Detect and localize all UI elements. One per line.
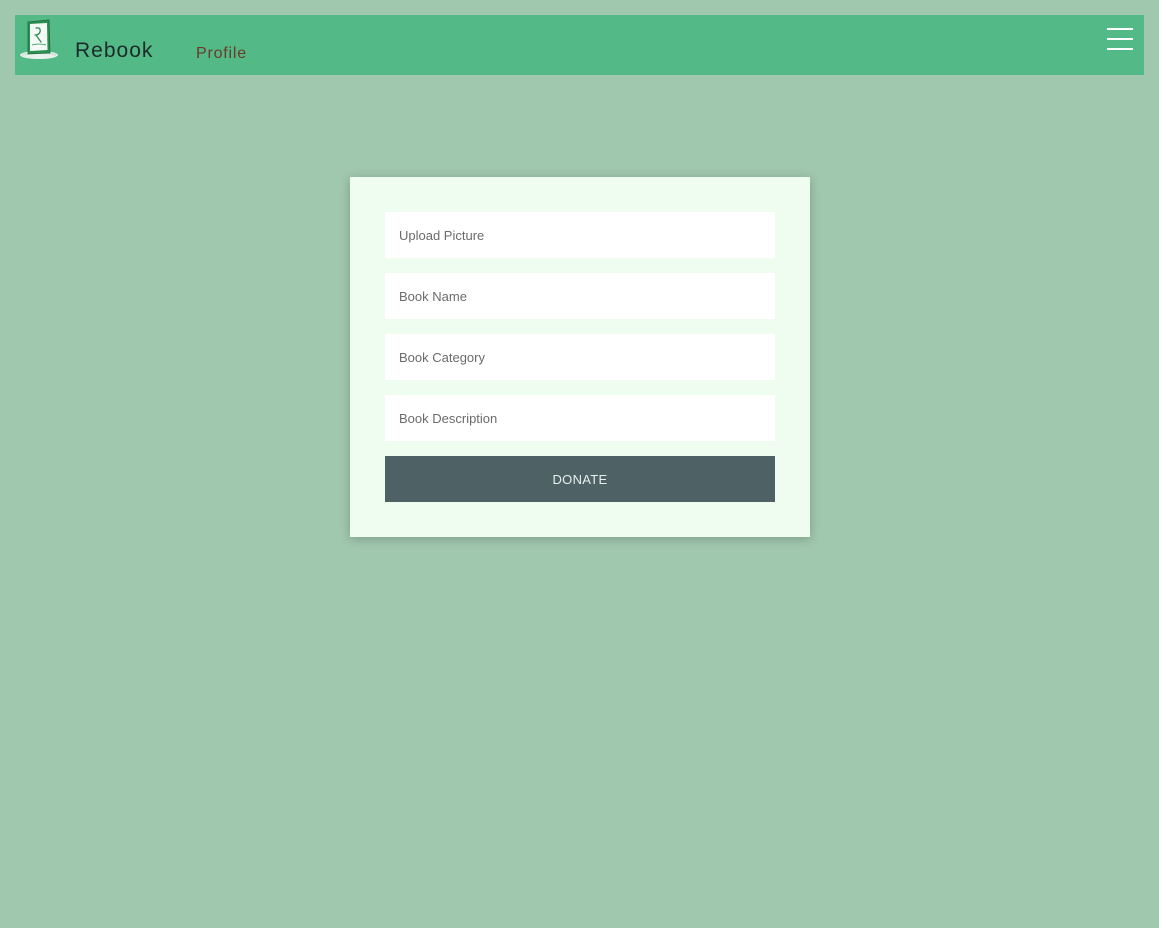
donate-form-card: DONATE (350, 177, 810, 537)
nav-link-profile[interactable]: Profile (196, 45, 247, 63)
book-name-input[interactable] (385, 273, 775, 319)
book-description-input[interactable] (385, 395, 775, 441)
menu-bar (1107, 38, 1133, 40)
book-category-input[interactable] (385, 334, 775, 380)
hamburger-menu-icon[interactable] (1106, 27, 1134, 53)
brand-title[interactable]: Rebook (75, 39, 153, 63)
menu-bar (1107, 48, 1133, 50)
rebook-logo-icon[interactable] (19, 18, 61, 60)
donate-button[interactable]: DONATE (385, 456, 775, 502)
upload-picture-input[interactable] (385, 212, 775, 258)
menu-bar (1107, 28, 1133, 30)
navbar: Rebook Profile (15, 15, 1144, 75)
